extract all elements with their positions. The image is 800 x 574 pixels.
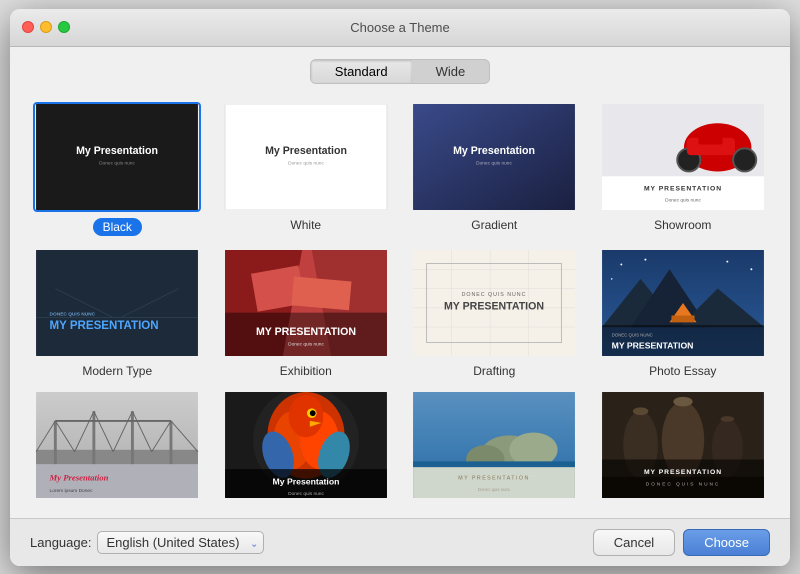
theme-item-drafting[interactable]: DONEC QUIS NUNC MY PRESENTATION Drafting (407, 248, 582, 378)
cancel-button[interactable]: Cancel (593, 529, 675, 556)
theme-item-showroom[interactable]: MY PRESENTATION Donec quis nunc Showroom (596, 102, 771, 236)
svg-text:MY PRESENTATION: MY PRESENTATION (459, 475, 530, 481)
svg-text:MY PRESENTATION: MY PRESENTATION (444, 300, 544, 312)
theme-label-modern-type: Modern Type (82, 364, 152, 378)
window-title: Choose a Theme (350, 20, 450, 35)
svg-text:MY PRESENTATION: MY PRESENTATION (611, 340, 693, 350)
svg-text:Donec quis nunc: Donec quis nunc (288, 491, 324, 497)
theme-label-gradient: Gradient (471, 218, 517, 232)
theme-grid: My Presentation Donec quis nunc Black My… (10, 94, 790, 518)
theme-preview-photo-essay: DONEC QUIS NUNC MY PRESENTATION (599, 248, 767, 358)
theme-preview-exhibition: MY PRESENTATION Donec quis nunc (222, 248, 390, 358)
theme-item-black[interactable]: My Presentation Donec quis nunc Black (30, 102, 205, 236)
footer-buttons: Cancel Choose (593, 529, 770, 556)
language-section: Language: English (United States) (30, 531, 264, 554)
theme-label-photo-essay: Photo Essay (649, 364, 716, 378)
minimize-button[interactable] (40, 21, 52, 33)
theme-item-modern-type[interactable]: DONEC QUIS NUNC MY PRESENTATION Modern T… (30, 248, 205, 378)
svg-text:MY PRESENTATION: MY PRESENTATION (256, 325, 356, 337)
theme-item-10[interactable]: My Presentation Donec quis nunc (219, 390, 394, 506)
toolbar: Standard Wide (10, 47, 790, 94)
titlebar: Choose a Theme (10, 9, 790, 47)
theme-item-12[interactable]: MY PRESENTATION DONEC QUIS NUNC (596, 390, 771, 506)
svg-text:Donec quis nunc: Donec quis nunc (476, 160, 512, 166)
svg-text:MY PRESENTATION: MY PRESENTATION (644, 468, 722, 475)
svg-text:MY PRESENTATION: MY PRESENTATION (644, 185, 722, 192)
svg-text:My Presentation: My Presentation (265, 145, 347, 157)
traffic-lights (22, 21, 70, 33)
theme-preview-gradient: My Presentation Donec quis nunc (410, 102, 578, 212)
maximize-button[interactable] (58, 21, 70, 33)
theme-label-drafting: Drafting (473, 364, 515, 378)
theme-item-gradient[interactable]: My Presentation Donec quis nunc Gradient (407, 102, 582, 236)
theme-label-white: White (290, 218, 321, 232)
svg-text:DONEC QUIS NUNC: DONEC QUIS NUNC (50, 311, 96, 317)
theme-item-exhibition[interactable]: MY PRESENTATION Donec quis nunc Exhibiti… (219, 248, 394, 378)
theme-preview-showroom: MY PRESENTATION Donec quis nunc (599, 102, 767, 212)
svg-text:My Presentation: My Presentation (49, 472, 109, 482)
svg-text:MY PRESENTATION: MY PRESENTATION (50, 320, 159, 332)
theme-preview-10: My Presentation Donec quis nunc (222, 390, 390, 500)
tab-wide[interactable]: Wide (412, 60, 490, 83)
theme-label-exhibition: Exhibition (280, 364, 332, 378)
svg-text:DONEC QUIS NUNC: DONEC QUIS NUNC (611, 332, 652, 337)
svg-text:My Presentation: My Presentation (453, 145, 535, 157)
svg-text:Donec quis nunc: Donec quis nunc (99, 160, 135, 166)
theme-item-11[interactable]: MY PRESENTATION Donec quis nunc (407, 390, 582, 506)
language-select-wrapper[interactable]: English (United States) (97, 531, 264, 554)
theme-item-white[interactable]: My Presentation Donec quis nunc White (219, 102, 394, 236)
theme-preview-modern-type: DONEC QUIS NUNC MY PRESENTATION (33, 248, 201, 358)
tab-standard[interactable]: Standard (311, 60, 412, 83)
theme-item-9[interactable]: My Presentation Lorem ipsum Donec (30, 390, 205, 506)
theme-preview-drafting: DONEC QUIS NUNC MY PRESENTATION (410, 248, 578, 358)
svg-text:My Presentation: My Presentation (272, 476, 339, 486)
theme-preview-black: My Presentation Donec quis nunc (33, 102, 201, 212)
close-button[interactable] (22, 21, 34, 33)
svg-text:Donec quis nunc: Donec quis nunc (665, 197, 701, 203)
choose-button[interactable]: Choose (683, 529, 770, 556)
theme-preview-white: My Presentation Donec quis nunc (222, 102, 390, 212)
theme-preview-9: My Presentation Lorem ipsum Donec (33, 390, 201, 500)
svg-text:My Presentation: My Presentation (76, 145, 158, 157)
theme-preview-11: MY PRESENTATION Donec quis nunc (410, 390, 578, 500)
svg-text:DONEC QUIS NUNC: DONEC QUIS NUNC (646, 481, 720, 487)
svg-text:Donec quis nunc: Donec quis nunc (288, 341, 324, 347)
theme-label-black: Black (93, 218, 142, 236)
theme-preview-12: MY PRESENTATION DONEC QUIS NUNC (599, 390, 767, 500)
svg-text:Donec quis nunc: Donec quis nunc (478, 487, 511, 492)
theme-item-photo-essay[interactable]: DONEC QUIS NUNC MY PRESENTATION Photo Es… (596, 248, 771, 378)
theme-label-showroom: Showroom (654, 218, 711, 232)
language-label: Language: (30, 535, 91, 550)
footer: Language: English (United States) Cancel… (10, 518, 790, 566)
language-select[interactable]: English (United States) (97, 531, 264, 554)
theme-chooser-window: Choose a Theme Standard Wide My Presenta… (10, 9, 790, 566)
svg-text:Lorem ipsum Donec: Lorem ipsum Donec (50, 488, 94, 494)
svg-text:Donec quis nunc: Donec quis nunc (288, 160, 324, 166)
svg-text:DONEC QUIS NUNC: DONEC QUIS NUNC (462, 292, 527, 298)
view-mode-control: Standard Wide (310, 59, 490, 84)
